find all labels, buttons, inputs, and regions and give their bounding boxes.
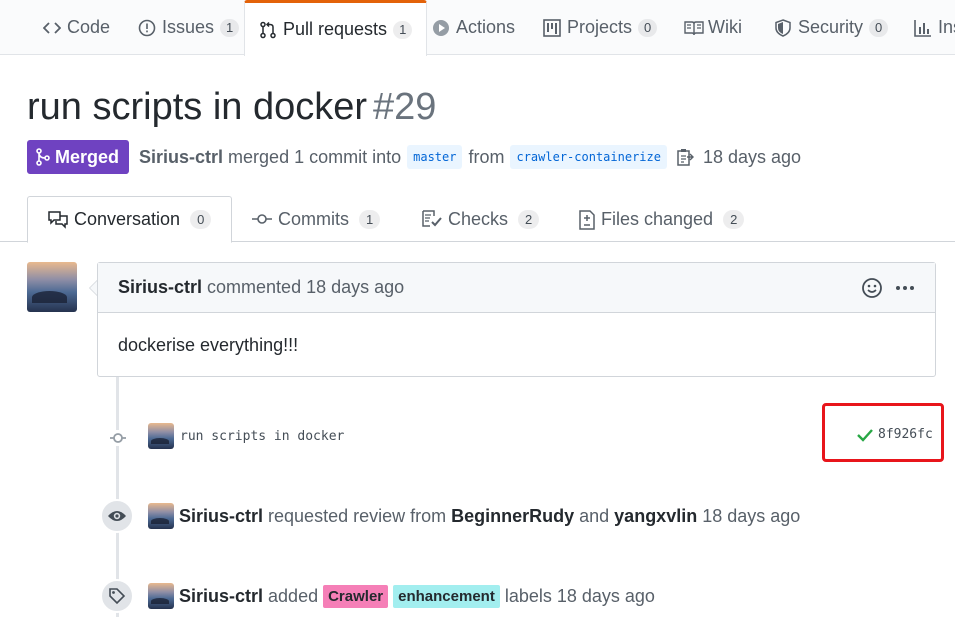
head-branch[interactable]: crawler-containerize [510,145,667,169]
comment-body: dockerise everything!!! [118,335,299,355]
kebab-menu-icon[interactable] [895,277,915,299]
pr-meta: Merged Sirius-ctrl merged 1 commit into … [27,140,801,174]
code-icon [42,19,62,37]
tab-label: Pull requests [283,19,388,39]
pr-title: run scripts in docker #29 [27,86,436,129]
tab-conversation[interactable]: Conversation 0 [27,196,233,243]
tab-label: Actions [456,17,516,37]
tab-label: Code [67,17,111,37]
tag-badge [100,579,134,613]
shield-icon [774,18,792,37]
tab-label: Security [798,17,864,37]
tab-checks[interactable]: Checks 2 [422,196,540,242]
state-label: Merged [55,146,120,167]
pr-time: 18 days ago [702,146,802,167]
tab-label: Projects [567,17,633,37]
comment-header: Sirius-ctrl commented 18 days ago [98,263,935,313]
issue-icon [138,19,156,37]
review-request-event: Sirius-ctrl requested review from Beginn… [148,503,805,529]
commit-message-link[interactable]: run scripts in docker [180,429,344,444]
files-changed-count: 2 [723,209,745,229]
pr-author-link[interactable]: Sirius-ctrl [139,147,223,168]
reviewer-link[interactable]: yangxvlin [614,506,697,527]
tab-wiki[interactable]: Wiki [684,0,742,55]
tab-actions[interactable]: Actions [432,0,515,55]
book-icon [684,19,704,37]
label-event: Sirius-ctrl added Crawler enhancement la… [148,583,655,609]
tab-issues[interactable]: Issues 1 [138,0,240,55]
file-diff-icon [579,210,595,230]
merge-icon [36,148,50,166]
copy-icon[interactable] [675,147,695,167]
commit-sha-link[interactable]: 8f926fc [878,427,933,442]
actor-link[interactable]: Sirius-ctrl [179,586,263,607]
checklist-icon [422,210,442,228]
issues-count: 1 [220,18,240,37]
avatar[interactable] [148,423,174,449]
pr-action-text: merged 1 commit into [228,146,402,167]
comment-arrow [89,280,97,296]
avatar[interactable] [27,262,77,312]
pr-number: #29 [373,86,437,128]
tab-insights[interactable]: Ins [914,0,955,55]
commit-icon [252,210,272,228]
tab-pull-requests[interactable]: Pull requests 1 [244,0,428,56]
eye-badge [100,499,134,533]
comment-box: Sirius-ctrl commented 18 days ago docker… [97,262,936,377]
repo-nav: Code Issues 1 Pull requests 1 Actions Pr… [0,0,955,56]
comment-meta: commented 18 days ago [207,277,405,297]
projects-count: 0 [638,18,658,37]
project-icon [543,18,561,37]
tab-commits[interactable]: Commits 1 [252,196,381,242]
pr-title-text: run scripts in docker [27,86,368,128]
commit-node-icon [110,430,126,446]
checks-count: 2 [518,209,540,229]
tab-label: Conversation [74,209,181,229]
merged-status-badge: Merged [27,140,130,174]
label-enhancement[interactable]: enhancement [393,584,500,608]
avatar[interactable] [148,503,174,529]
tab-security[interactable]: Security 0 [774,0,889,55]
check-icon[interactable] [857,428,873,442]
tab-files-changed[interactable]: Files changed 2 [579,196,745,242]
commit-sha: 8f926fc [857,427,933,442]
event-suffix: labels 18 days ago [504,585,655,606]
comment-author-link[interactable]: Sirius-ctrl [118,277,202,298]
smiley-icon[interactable] [861,277,883,299]
from-text: from [468,146,505,167]
commit-item: run scripts in docker [148,423,344,449]
commits-count: 1 [359,209,381,229]
conversation-count: 0 [190,210,212,229]
label-crawler[interactable]: Crawler [323,584,389,608]
tab-code[interactable]: Code [42,0,111,55]
tab-label: Files changed [601,208,714,229]
event-text: added [268,585,319,606]
graph-icon [914,19,932,37]
and-text: and [579,505,610,526]
tab-label: Wiki [708,17,742,37]
event-time: 18 days ago [702,505,801,526]
pr-tabs: Conversation 0 Commits 1 Checks 2 Files … [0,196,955,243]
tab-label: Commits [278,208,349,229]
pull-request-icon [259,21,277,39]
avatar[interactable] [148,583,174,609]
reviewer-link[interactable]: BeginnerRudy [451,506,574,527]
play-icon [432,19,450,37]
actor-link[interactable]: Sirius-ctrl [179,506,263,527]
event-text: requested review from [268,505,447,526]
security-count: 0 [869,18,889,37]
comment-actions [861,277,915,299]
comment-icon [48,210,68,229]
eye-icon [108,511,126,521]
tab-label: Checks [448,208,509,229]
base-branch[interactable]: master [407,145,463,169]
tag-icon [109,588,126,605]
tab-label: Issues [162,17,215,37]
tab-label: Ins [938,17,955,37]
tab-projects[interactable]: Projects 0 [543,0,658,55]
pull-requests-count: 1 [393,20,413,39]
